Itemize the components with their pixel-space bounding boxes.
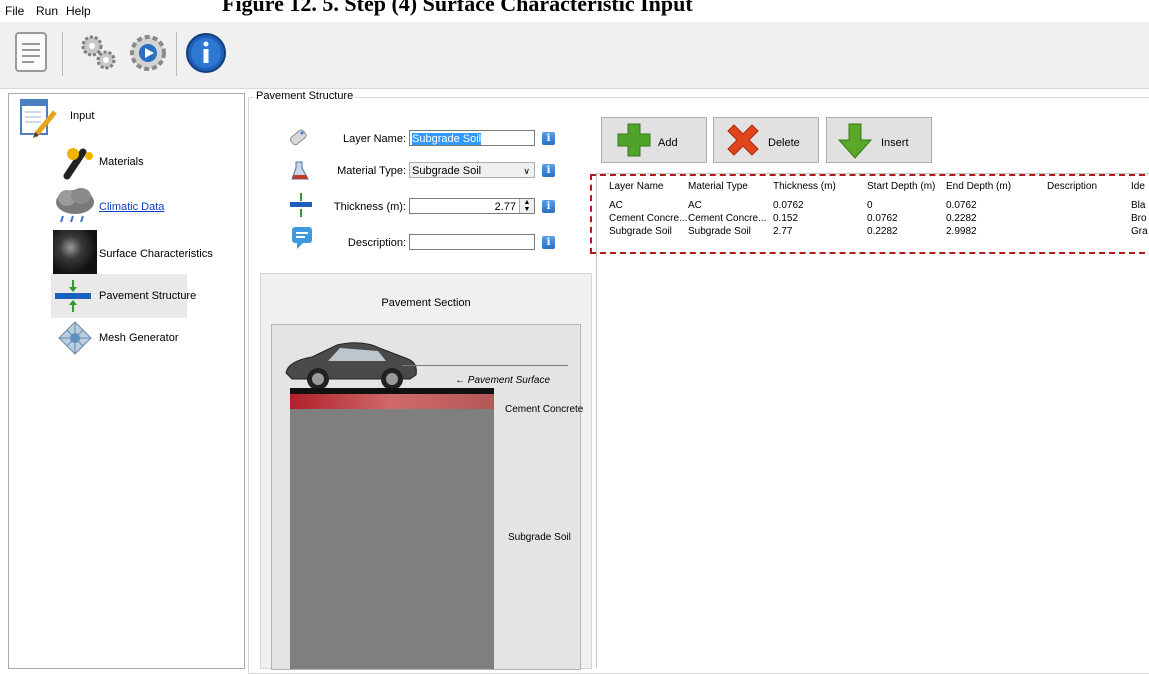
info-icon[interactable]: i bbox=[542, 164, 555, 177]
sidebar-item-surface-characteristics[interactable]: Surface Characteristics bbox=[9, 228, 244, 274]
layer-name-input[interactable]: Subgrade Soil bbox=[409, 130, 535, 146]
arrow-down-icon bbox=[837, 122, 873, 163]
texture-icon bbox=[53, 230, 97, 274]
highlight-box bbox=[590, 174, 1149, 254]
material-type-row: Material Type: Subgrade Soil ∨ i bbox=[276, 160, 576, 184]
surface-line bbox=[402, 365, 568, 366]
navigation-panel: Input Materials Climatic Data Surface Ch… bbox=[8, 93, 245, 669]
insert-label: Insert bbox=[881, 137, 909, 149]
info-icon[interactable]: i bbox=[542, 132, 555, 145]
add-label: Add bbox=[658, 137, 678, 149]
sidebar-item-pavement-structure[interactable]: Pavement Structure bbox=[51, 274, 196, 318]
group-title: Pavement Structure bbox=[254, 90, 356, 102]
sidebar-item-label: Pavement Structure bbox=[99, 290, 197, 302]
sidebar-item-label: Surface Characteristics bbox=[99, 248, 213, 260]
layer-name-label: Layer Name: bbox=[343, 133, 406, 145]
thickness-row: Thickness (m): 2.77 ▲ ▼ i bbox=[276, 196, 576, 220]
pavement-section-canvas: ← Pavement Surface Cement Concrete Subgr… bbox=[271, 324, 584, 670]
document-icon[interactable] bbox=[12, 30, 58, 76]
menu-run[interactable]: Run bbox=[36, 4, 58, 18]
chevron-down-icon: ∨ bbox=[523, 166, 530, 176]
mesh-icon bbox=[57, 320, 93, 359]
description-input[interactable] bbox=[409, 234, 535, 250]
info-icon[interactable]: i bbox=[542, 236, 555, 249]
sidebar-item-label: Climatic Data bbox=[99, 201, 165, 213]
thickness-label: Thickness (m): bbox=[333, 201, 406, 213]
menu-file[interactable]: File bbox=[5, 4, 24, 18]
description-label: Description: bbox=[347, 237, 406, 249]
pavement-section-panel: Pavement Section ← Pavement Surface Ceme… bbox=[260, 273, 592, 670]
insert-button[interactable]: Insert bbox=[826, 117, 932, 163]
pavement-surface-label: ← Pavement Surface bbox=[455, 375, 551, 386]
add-button[interactable]: Add bbox=[601, 117, 707, 163]
material-type-select[interactable]: Subgrade Soil ∨ bbox=[409, 162, 535, 178]
toolbar-separator bbox=[176, 32, 177, 76]
gears-icon[interactable] bbox=[76, 30, 122, 76]
subgrade-soil-layer bbox=[290, 409, 494, 669]
delete-button[interactable]: Delete bbox=[713, 117, 819, 163]
subgrade-soil-label: Subgrade Soil bbox=[508, 532, 571, 543]
pavement-surface-text: Pavement Surface bbox=[467, 375, 551, 386]
plus-icon bbox=[616, 122, 652, 161]
spin-button[interactable]: ▲ ▼ bbox=[519, 199, 534, 213]
layer-name-row: Layer Name: Subgrade Soil i bbox=[276, 128, 576, 152]
material-type-label: Material Type: bbox=[337, 165, 406, 177]
run-gear-icon[interactable] bbox=[125, 30, 171, 76]
menu-bar: File Run Help bbox=[0, 0, 1149, 22]
thickness-value: 2.77 bbox=[494, 201, 516, 213]
car-icon bbox=[282, 335, 422, 396]
sidebar-item-label: Input bbox=[70, 110, 95, 122]
cement-concrete-label: Cement Concrete bbox=[505, 404, 584, 415]
layers-icon bbox=[55, 278, 91, 317]
sidebar-item-materials[interactable]: Materials bbox=[9, 140, 244, 184]
delete-label: Delete bbox=[768, 137, 800, 149]
sidebar-item-label: Materials bbox=[99, 156, 144, 168]
test-tube-icon bbox=[61, 144, 97, 183]
layer-name-value: Subgrade Soil bbox=[412, 133, 482, 145]
storm-cloud-icon bbox=[53, 186, 97, 229]
info-icon[interactable]: i bbox=[542, 200, 555, 213]
menu-help[interactable]: Help bbox=[66, 4, 91, 18]
sidebar-item-mesh-generator[interactable]: Mesh Generator bbox=[9, 318, 244, 362]
sidebar-item-label: Mesh Generator bbox=[99, 332, 179, 344]
delete-x-icon bbox=[724, 121, 762, 162]
toolbar bbox=[0, 22, 1149, 89]
input-icon bbox=[19, 98, 59, 143]
description-row: Description: i bbox=[276, 232, 576, 256]
thickness-input[interactable]: 2.77 ▲ ▼ bbox=[409, 198, 535, 214]
cement-concrete-layer bbox=[290, 394, 494, 409]
material-type-value: Subgrade Soil bbox=[412, 165, 482, 177]
pavement-section-title: Pavement Section bbox=[381, 297, 471, 309]
sidebar-item-input[interactable]: Input bbox=[9, 96, 244, 140]
toolbar-separator bbox=[62, 32, 63, 76]
sidebar-item-climatic-data[interactable]: Climatic Data bbox=[9, 184, 244, 228]
info-icon[interactable] bbox=[183, 30, 229, 76]
